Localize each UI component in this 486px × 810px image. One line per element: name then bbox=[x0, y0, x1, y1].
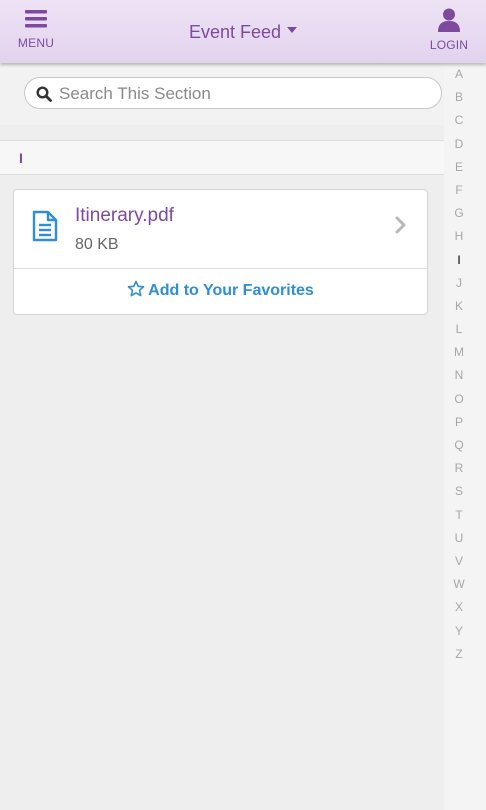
alphabet-letter-f[interactable]: F bbox=[444, 179, 474, 202]
alphabet-letter-o[interactable]: O bbox=[444, 388, 474, 411]
alphabet-letter-k[interactable]: K bbox=[444, 295, 474, 318]
alphabet-letter-r[interactable]: R bbox=[444, 457, 474, 480]
search-input[interactable] bbox=[57, 82, 431, 106]
file-size: 80 KB bbox=[75, 236, 119, 253]
section-header: I bbox=[0, 140, 446, 175]
section-title-dropdown[interactable]: Event Feed bbox=[0, 22, 486, 43]
alphabet-letter-y[interactable]: Y bbox=[444, 620, 474, 643]
alphabet-letter-h[interactable]: H bbox=[444, 225, 474, 248]
login-button[interactable]: LOGIN bbox=[426, 8, 472, 56]
page-title: Event Feed bbox=[188, 22, 282, 42]
favorites-label: Add to Your Favorites bbox=[148, 282, 314, 299]
file-card: Itinerary.pdf 80 KB Add to Your Favorite… bbox=[13, 189, 428, 315]
top-bar: MENU Event Feed LOGIN bbox=[0, 0, 486, 63]
login-label: LOGIN bbox=[429, 38, 469, 52]
star-icon bbox=[127, 280, 145, 297]
caret-down-icon bbox=[287, 27, 298, 34]
add-to-favorites-button[interactable]: Add to Your Favorites bbox=[14, 268, 427, 314]
alphabet-letter-i[interactable]: I bbox=[444, 249, 474, 272]
alphabet-letter-z[interactable]: Z bbox=[444, 643, 474, 666]
alphabet-letter-x[interactable]: X bbox=[444, 596, 474, 619]
alphabet-letter-t[interactable]: T bbox=[444, 504, 474, 527]
alphabet-letter-b[interactable]: B bbox=[444, 86, 474, 109]
alphabet-letter-n[interactable]: N bbox=[444, 364, 474, 387]
alphabet-letter-m[interactable]: M bbox=[444, 341, 474, 364]
alphabet-letter-c[interactable]: C bbox=[444, 109, 474, 132]
alphabet-letter-u[interactable]: U bbox=[444, 527, 474, 550]
search-icon bbox=[36, 86, 52, 102]
alphabet-letter-v[interactable]: V bbox=[444, 550, 474, 573]
alphabet-letter-q[interactable]: Q bbox=[444, 434, 474, 457]
alphabet-letter-p[interactable]: P bbox=[444, 411, 474, 434]
search-box bbox=[24, 77, 442, 109]
alphabet-letter-a[interactable]: A bbox=[444, 63, 474, 86]
document-icon bbox=[32, 210, 58, 242]
search-bar-area bbox=[0, 63, 446, 125]
alphabet-letter-g[interactable]: G bbox=[444, 202, 474, 225]
file-name: Itinerary.pdf bbox=[75, 205, 174, 226]
alphabet-letter-w[interactable]: W bbox=[444, 573, 474, 596]
section-letter: I bbox=[19, 150, 23, 166]
alphabet-letter-d[interactable]: D bbox=[444, 133, 474, 156]
alphabet-letter-l[interactable]: L bbox=[444, 318, 474, 341]
user-icon bbox=[438, 8, 460, 32]
alphabet-letter-j[interactable]: J bbox=[444, 272, 474, 295]
alphabet-letter-s[interactable]: S bbox=[444, 480, 474, 503]
alphabet-letter-e[interactable]: E bbox=[444, 156, 474, 179]
file-item[interactable]: Itinerary.pdf 80 KB bbox=[14, 190, 427, 269]
alphabet-index: ABCDEFGHIJKLMNOPQRSTUVWXYZ bbox=[444, 63, 486, 810]
chevron-right-icon bbox=[395, 216, 406, 234]
